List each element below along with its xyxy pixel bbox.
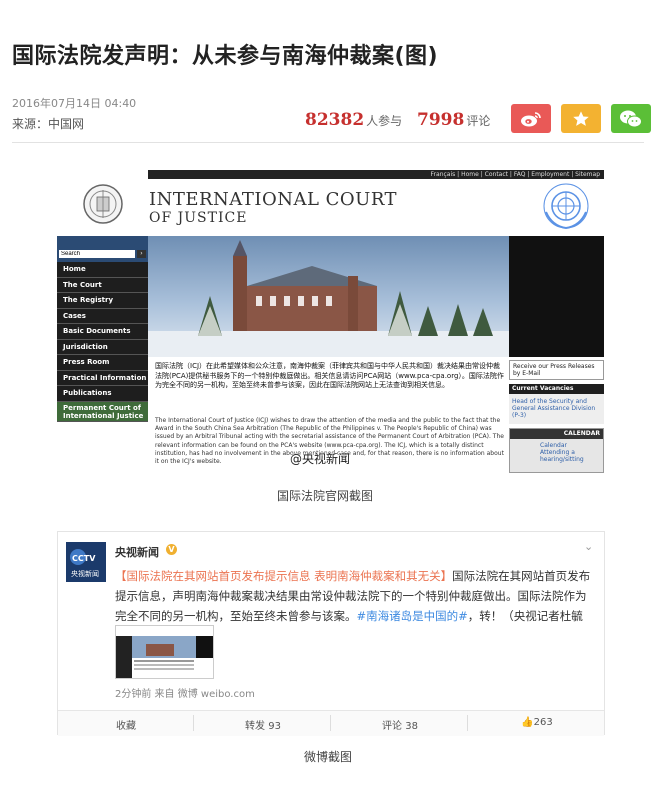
share-wechat-button[interactable] [611,104,651,133]
icj-website-screenshot: Français | Home | Contact | FAQ | Employ… [57,170,604,473]
icj-search-go-icon[interactable]: › [137,250,146,258]
icj-nav-practical-information[interactable]: Practical Information [57,370,148,386]
icj-title-line2: OF JUSTICE [149,210,248,226]
icj-seal-icon [83,184,123,224]
weibo-headline-link[interactable]: 【国际法院在其网站首页发布提示信息 表明南海仲裁案和其无关】 [115,569,452,583]
icj-notice-chinese: 国际法院（ICJ）在此希望媒体和公众注意，南海仲裁案（菲律宾共和国与中华人民共和… [155,362,504,389]
weibo-author-name[interactable]: 央视新闻 [115,544,159,560]
icj-calendar-heading: CALENDAR [510,429,603,439]
icj-nav-cases[interactable]: Cases [57,308,148,324]
participants-stat[interactable]: 82382 人参与 [305,110,402,130]
icj-vacancies-heading: Current Vacancies [509,384,604,394]
weibo-avatar-text: 央视新闻 [71,569,99,578]
icj-search-box: › [57,236,148,262]
comments-stat[interactable]: 7998 评论 [417,110,490,130]
icj-nav-pcij[interactable]: Permanent Court of International Justice [57,401,148,422]
weibo-screenshot-caption: 微博截图 [304,750,353,764]
weibo-repost-label: 转发 93 [245,721,281,732]
icj-nav-jurisdiction[interactable]: Jurisdiction [57,339,148,355]
weibo-image-thumbnail[interactable] [115,625,214,679]
icj-calendar-box: CALENDAR Calendar Attending a hearing/si… [509,428,604,473]
weibo-favorite-button[interactable]: 收藏 [58,715,194,732]
weibo-hashtag[interactable]: #南海诸岛是中国的# [357,609,468,623]
star-icon [573,110,589,126]
icj-nav-publications[interactable]: Publications [57,386,148,402]
thumbs-up-icon: 👍 [521,717,534,728]
icj-topbar: Français | Home | Contact | FAQ | Employ… [148,170,604,179]
weibo-post-screenshot: CCTV 央视新闻 央视新闻 V ⌄ 【国际法院在其网站首页发布提示信息 表明南… [57,531,605,736]
weibo-timestamp[interactable]: 2分钟前 来自 微博 weibo.com [115,685,255,700]
comments-count: 7998 [417,110,465,130]
icj-receive-press-releases[interactable]: Receive our Press Releases by E-Mail [509,360,604,380]
icj-screenshot-caption: 国际法院官网截图 [277,489,374,503]
icj-nav-the-court[interactable]: The Court [57,277,148,293]
icj-search-input[interactable] [59,250,135,258]
cctv-logo-icon: CCTV 央视新闻 [66,542,106,582]
weibo-comment-button[interactable]: 评论 38 [332,715,468,732]
un-emblem-icon [543,183,589,230]
article-title: 国际法院发声明：从未参与南海仲裁案(图) [12,44,439,69]
weibo-avatar[interactable]: CCTV 央视新闻 [66,542,106,582]
icj-nav-basic-documents[interactable]: Basic Documents [57,324,148,340]
icj-title-line1: INTERNATIONAL COURT [149,189,398,210]
publish-date: 2016年07月14日 04:40 [12,97,137,110]
weibo-icon [521,111,541,126]
share-weibo-button[interactable] [511,104,551,133]
weibo-like-button[interactable]: 👍263 [469,717,605,728]
favorite-button[interactable] [561,104,601,133]
weibo-repost-button[interactable]: 转发 93 [195,715,331,732]
participants-label: 人参与 [366,114,403,128]
weibo-comment-label: 评论 38 [382,721,418,732]
icj-calendar-links[interactable]: Calendar Attending a hearing/sitting [510,439,603,463]
svg-text:CCTV: CCTV [72,554,96,563]
peace-palace-photo [148,236,509,357]
wechat-icon [620,110,642,127]
icj-nav-press-room[interactable]: Press Room [57,355,148,371]
icj-nav-home[interactable]: Home [57,262,148,278]
chevron-down-icon[interactable]: ⌄ [584,540,593,553]
article-source: 来源：中国网 [12,117,85,131]
icj-nav-the-registry[interactable]: The Registry [57,293,148,309]
header-divider [12,142,644,143]
icj-nav: Home The Court The Registry Cases Basic … [57,262,148,422]
cctv-watermark: @央视新闻 [290,452,351,466]
icj-vacancies-link[interactable]: Head of the Security and General Assista… [509,394,604,424]
weibo-favorite-label: 收藏 [116,721,136,732]
participants-count: 82382 [305,110,365,130]
comments-label: 评论 [466,114,491,128]
icj-right-black-panel [509,236,604,357]
weibo-like-label: 263 [533,717,553,728]
weibo-action-bar: 收藏 转发 93 评论 38 👍263 [58,710,604,736]
v-badge-icon: V [166,544,177,555]
peace-palace-illustration [148,240,509,357]
